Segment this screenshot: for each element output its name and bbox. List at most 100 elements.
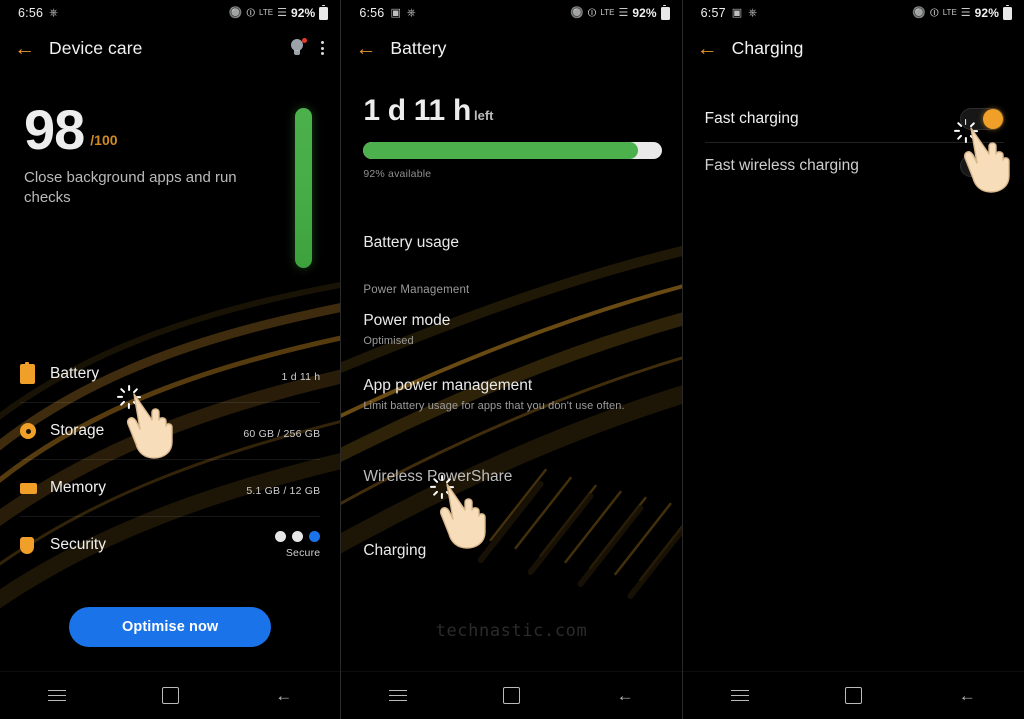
list-item-status: Secure [250, 531, 321, 559]
dnd-icon: ⎈ [406, 6, 416, 19]
recents-icon[interactable] [48, 689, 67, 702]
status-time: 6:57 [700, 6, 726, 20]
wifi-icon: ⏼ [930, 6, 939, 19]
list-item-charging[interactable]: Charging [363, 528, 659, 576]
list-item-power-mode[interactable]: Power mode Optimised [363, 298, 659, 363]
wifi-icon: ⏼ [246, 6, 256, 19]
battery-remaining: 1 d 11 h left [363, 94, 661, 128]
list-item-label: Security [50, 536, 106, 553]
list-item-wireless-powershare[interactable]: Wireless PowerShare [363, 454, 659, 502]
recents-icon[interactable] [389, 689, 408, 702]
battery-summary: 1 d 11 h left 92% available [341, 70, 681, 180]
home-icon[interactable] [503, 687, 521, 704]
bluetooth-icon: 🔘 [228, 6, 243, 19]
back-arrow-icon[interactable]: ← [697, 38, 718, 59]
list-item-label: Power mode [363, 312, 451, 329]
lte-icon: LTE [259, 8, 274, 17]
setting-fast-charging[interactable]: Fast charging [705, 96, 1004, 142]
bluetooth-icon: 🔘 [912, 6, 926, 19]
lte-icon: LTE [942, 8, 957, 17]
app-bar-actions [289, 38, 326, 57]
page-title: Device care [49, 37, 143, 58]
list-item-value: Secure [285, 547, 321, 559]
list-item-security[interactable]: Security Secure [20, 516, 321, 573]
setting-label: Fast charging [704, 110, 799, 127]
page-title: Charging [731, 37, 804, 58]
status-bar-right: 🔘 ⏼ LTE ☰ 92% [228, 4, 329, 20]
wifi-icon: ⏼ [587, 6, 597, 19]
back-icon[interactable]: ← [275, 687, 292, 704]
tips-bulb-icon[interactable] [289, 38, 308, 57]
list-item-label: Battery usage [363, 234, 459, 251]
device-score-section: 98 /100 Close background apps and run ch… [0, 70, 340, 268]
section-header-power-management: Power Management [363, 284, 470, 296]
home-icon[interactable] [162, 687, 180, 704]
list-item-sublabel: Optimised [363, 335, 414, 347]
bluetooth-icon: 🔘 [569, 6, 584, 19]
home-icon[interactable] [845, 687, 863, 704]
list-item-value: 1 d 11 h [281, 370, 321, 383]
dnd-icon: ⎈ [748, 6, 758, 19]
list-item-memory[interactable]: Memory 5.1 GB / 12 GB [20, 459, 321, 516]
battery-icon [20, 362, 50, 384]
back-icon[interactable]: ← [959, 687, 976, 704]
score-text-block: 98 /100 Close background apps and run ch… [24, 102, 295, 268]
charging-settings-list: Fast charging Fast wireless charging [683, 70, 1024, 189]
signal-icon: ☰ [618, 6, 629, 19]
list-item-status: 5.1 GB / 12 GB [246, 480, 320, 497]
security-status-dots [250, 531, 321, 542]
app-bar: ← Charging [683, 26, 1024, 70]
status-battery-percent: 92% [974, 6, 999, 20]
status-battery-percent: 92% [291, 6, 316, 20]
panel-device-care: 6:56 ⎈ 🔘 ⏼ LTE ☰ 92% ← Device care 98 /1… [0, 0, 341, 719]
status-bar-left: 6:57 ▣ ⎈ [701, 6, 757, 20]
list-item-sublabel: Limit battery usage for apps that you do… [363, 400, 625, 412]
panel-battery: 6:56 ▣ ⎈ 🔘 ⏼ LTE ☰ 92% ← Battery 1 d 11 … [341, 0, 682, 719]
list-item-label: Storage [50, 422, 105, 439]
battery-settings-list: Battery usage Power Management Power mod… [341, 220, 681, 576]
navigation-bar: ← [682, 671, 1024, 719]
status-bar-right: 🔘 ⏼ LTE ☰ 92% [569, 4, 670, 20]
list-item-app-power-management[interactable]: App power management Limit battery usage… [363, 363, 659, 428]
status-time: 6:56 [18, 6, 44, 20]
optimise-now-button[interactable]: Optimise now [69, 607, 272, 647]
storage-icon [20, 423, 50, 439]
list-item-label: Wireless PowerShare [363, 468, 513, 485]
list-item-battery-usage[interactable]: Battery usage [363, 220, 659, 268]
list-item-battery[interactable]: Battery 1 d 11 h [20, 346, 320, 402]
battery-icon [660, 4, 670, 20]
battery-available-label: 92% available [363, 168, 432, 180]
panel-charging: 6:57 ▣ ⎈ 🔘 ⏼ LTE ☰ 92% ← Charging Fast c… [682, 0, 1024, 719]
list-item-storage[interactable]: Storage 60 GB / 256 GB [20, 402, 321, 459]
status-bar-right: 🔘 ⏼ LTE ☰ 92% [912, 4, 1012, 20]
back-icon[interactable]: ← [617, 687, 634, 704]
score-row: 98 /100 [24, 102, 295, 157]
setting-label: Fast wireless charging [704, 157, 859, 174]
status-battery-percent: 92% [632, 6, 657, 20]
setting-fast-wireless-charging[interactable]: Fast wireless charging [704, 142, 1004, 189]
status-bar-left: 6:56 ⎈ [18, 6, 58, 20]
app-bar: ← Device care [0, 26, 340, 70]
signal-icon: ☰ [960, 6, 971, 19]
recents-icon[interactable] [730, 689, 749, 702]
notification-dot [302, 38, 308, 43]
fast-charging-toggle[interactable] [959, 108, 1004, 130]
battery-remaining-unit: left [473, 108, 494, 123]
fast-wireless-charging-toggle[interactable] [959, 155, 1004, 177]
three-panel-screenshot: 6:56 ⎈ 🔘 ⏼ LTE ☰ 92% ← Device care 98 /1… [0, 0, 1024, 719]
overflow-menu-icon[interactable] [319, 39, 326, 57]
back-arrow-icon[interactable]: ← [14, 38, 35, 59]
list-item-value: 5.1 GB / 12 GB [246, 484, 321, 497]
image-icon: ▣ [731, 6, 743, 19]
list-item-value: 60 GB / 256 GB [243, 427, 321, 440]
app-bar: ← Battery [341, 26, 681, 70]
list-item-label: Charging [363, 542, 427, 559]
list-item-status: 60 GB / 256 GB [243, 423, 320, 440]
security-icon [20, 536, 50, 554]
watermark: technastic.com [435, 621, 588, 641]
list-item-label: Memory [50, 479, 106, 496]
back-arrow-icon[interactable]: ← [355, 38, 376, 59]
signal-icon: ☰ [277, 6, 287, 19]
